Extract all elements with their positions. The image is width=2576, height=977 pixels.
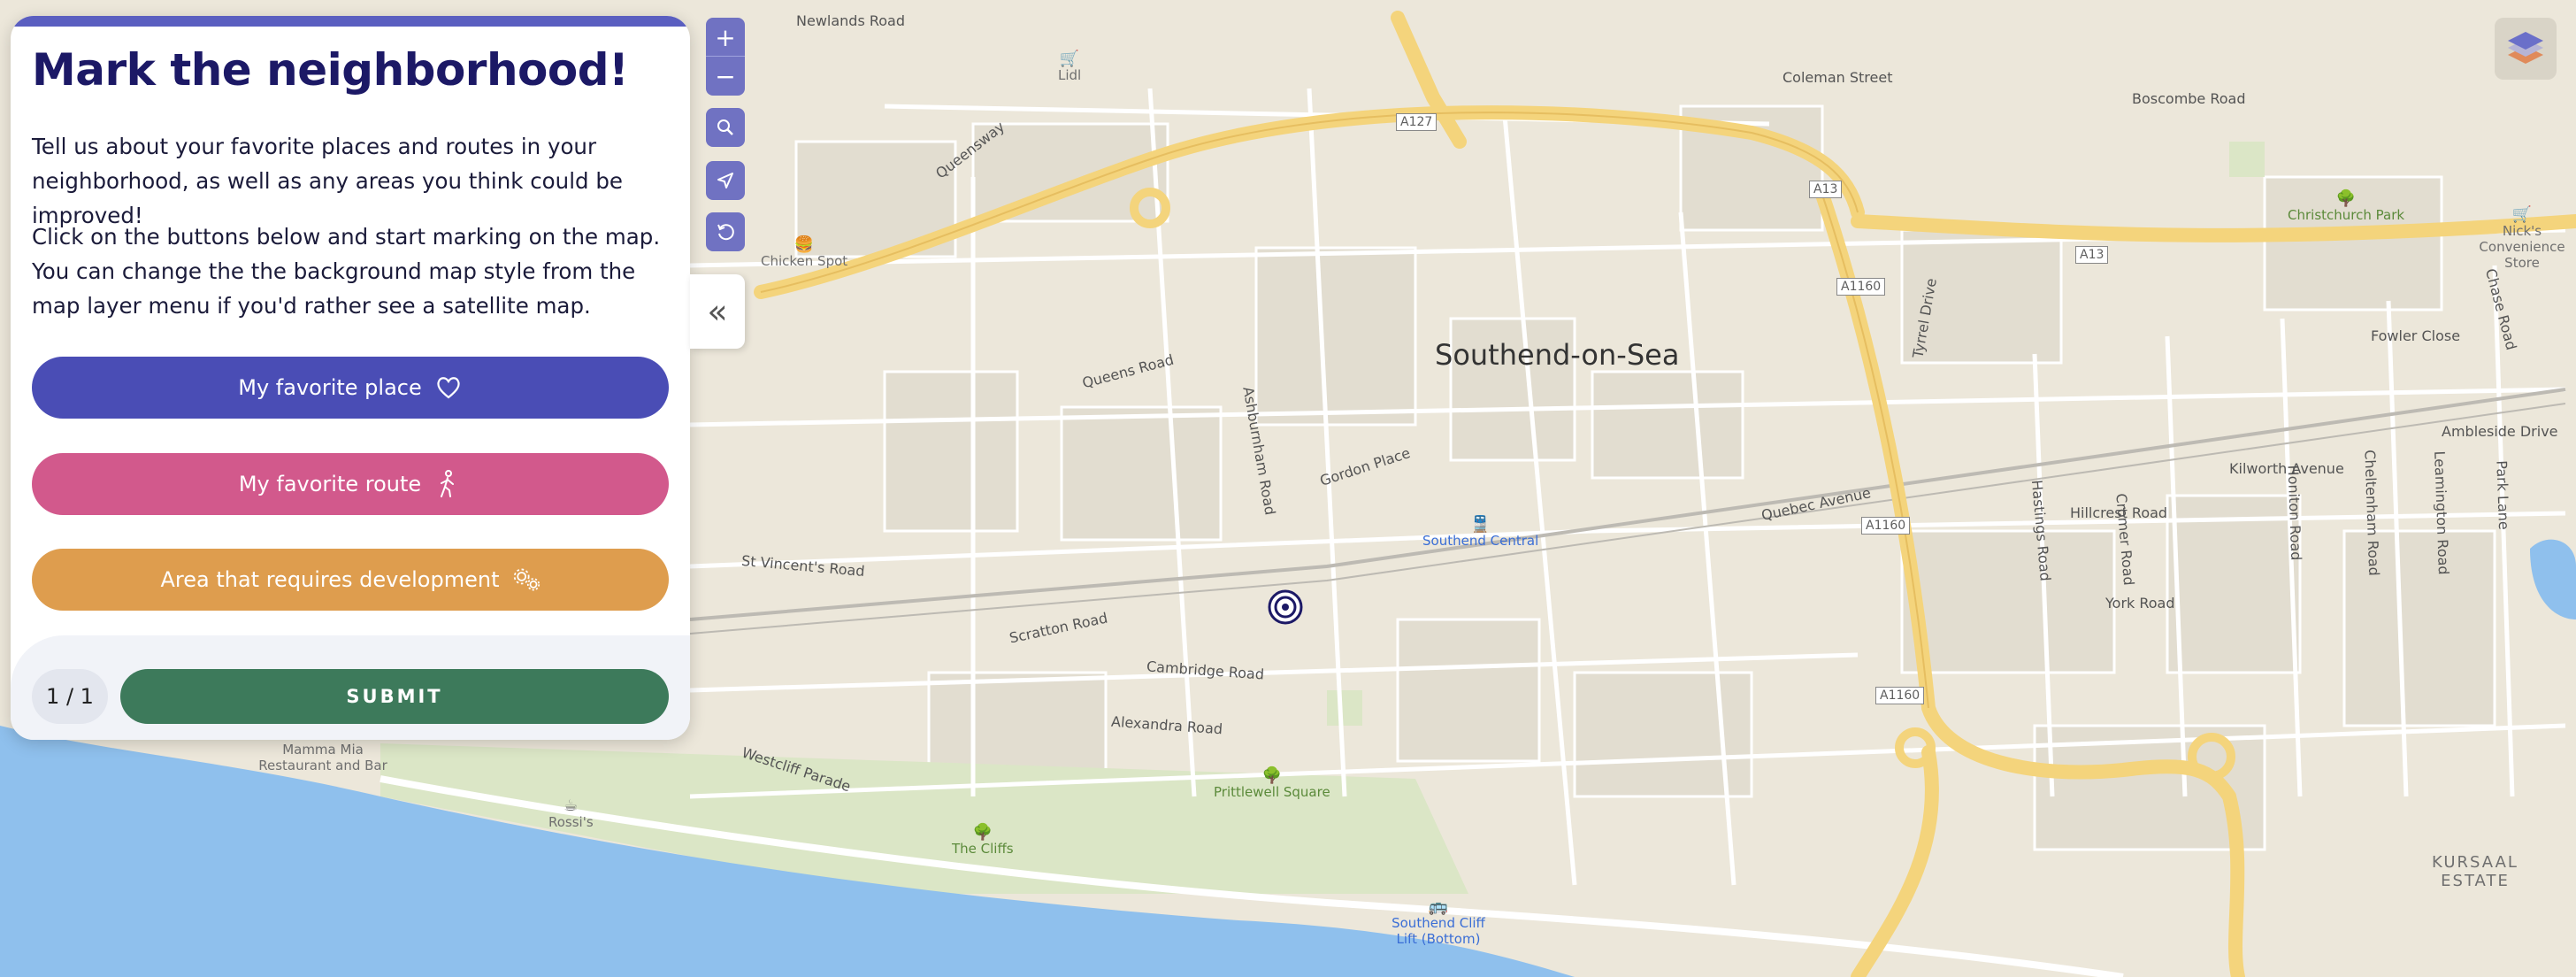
tree-icon: 🌳	[1261, 765, 1283, 785]
road-label: Ambleside Drive	[2442, 423, 2558, 440]
panel-footer: 1 / 1 SUBMIT	[11, 635, 690, 740]
panel-accent-bar	[11, 16, 690, 27]
gears-icon	[512, 565, 540, 594]
panel-title: Mark the neighborhood!	[32, 44, 629, 96]
road-label: Park Lane	[2493, 460, 2513, 530]
target-marker-icon[interactable]	[1268, 589, 1303, 625]
tree-icon: 🌳	[972, 822, 993, 842]
development-area-button[interactable]: Area that requires development	[32, 549, 669, 611]
road-shield: A1160	[1875, 687, 1925, 704]
page-indicator: 1 / 1	[32, 669, 108, 724]
favorite-place-button[interactable]: My favorite place	[32, 357, 669, 419]
shopping-cart-icon: 🛒	[2511, 204, 2533, 224]
road-shield: A1160	[1836, 278, 1886, 296]
walking-person-icon	[433, 470, 462, 498]
poi-cliff-lift[interactable]: 🚌 Southend Cliff Lift (Bottom)	[1385, 896, 1491, 948]
zoom-in-button[interactable]: +	[706, 18, 745, 57]
poi-rossis[interactable]: ☕ Rossi's	[548, 796, 594, 831]
road-label: Honiton Road	[2284, 465, 2305, 561]
poi-the-cliffs[interactable]: 🌳 The Cliffs	[952, 822, 1014, 858]
cafe-icon: ☕	[564, 796, 579, 815]
road-label: Boscombe Road	[2132, 90, 2246, 107]
zoom-fit-button[interactable]	[706, 108, 745, 147]
poi-prittlewell-square[interactable]: 🌳 Prittlewell Square	[1214, 765, 1330, 801]
train-icon: 🚆	[1470, 514, 1491, 534]
rotate-reset-icon	[717, 224, 734, 241]
reset-view-button[interactable]	[706, 212, 745, 251]
zoom-magnifier-icon	[717, 119, 733, 135]
collapse-panel-button[interactable]: «	[690, 274, 745, 349]
road-shield: A13	[2075, 246, 2109, 264]
zoom-out-button[interactable]: −	[706, 56, 745, 96]
intro-text: Tell us about your favorite places and r…	[32, 134, 623, 228]
road-label: Coleman Street	[1782, 69, 1893, 86]
bus-icon: 🚌	[1428, 896, 1449, 916]
poi-chicken-spot[interactable]: 🍔 Chicken Spot	[761, 235, 847, 270]
city-label: Southend-on-Sea	[1435, 338, 1680, 372]
shopping-cart-icon: 🛒	[1059, 49, 1080, 68]
side-panel: Mark the neighborhood! Tell us about you…	[11, 16, 690, 740]
favorite-route-button[interactable]: My favorite route	[32, 453, 669, 515]
layers-button[interactable]	[2495, 18, 2557, 80]
road-shield: A1160	[1861, 517, 1911, 535]
double-chevron-left-icon: «	[707, 292, 728, 331]
poi-mamma-mia[interactable]: Mamma Mia Restaurant and Bar	[257, 742, 389, 773]
heart-icon	[434, 373, 463, 402]
poi-christchurch-park[interactable]: 🌳 Christchurch Park	[2288, 188, 2404, 224]
locate-button[interactable]	[706, 161, 745, 200]
road-shield: A127	[1396, 113, 1438, 131]
instructions-text: Click on the buttons below and start mar…	[32, 224, 661, 319]
poi-lidl[interactable]: 🛒 Lidl	[1058, 49, 1081, 84]
poi-southend-central[interactable]: 🚆 Southend Central	[1422, 514, 1538, 550]
layers-icon	[2508, 32, 2543, 64]
poi-kursaal-estate: KURSAAL ESTATE	[2432, 853, 2518, 890]
navigation-arrow-icon	[717, 173, 733, 188]
restaurant-icon: 🍔	[794, 235, 815, 254]
road-label: Fowler Close	[2371, 327, 2461, 344]
poi-nicks-store[interactable]: 🛒 Nick's Convenience Store	[2473, 204, 2571, 272]
road-label: Newlands Road	[796, 12, 906, 29]
road-shield: A13	[1809, 181, 1843, 198]
tree-icon: 🌳	[2335, 188, 2357, 208]
road-label: York Road	[2105, 595, 2175, 612]
submit-button[interactable]: SUBMIT	[120, 669, 669, 724]
